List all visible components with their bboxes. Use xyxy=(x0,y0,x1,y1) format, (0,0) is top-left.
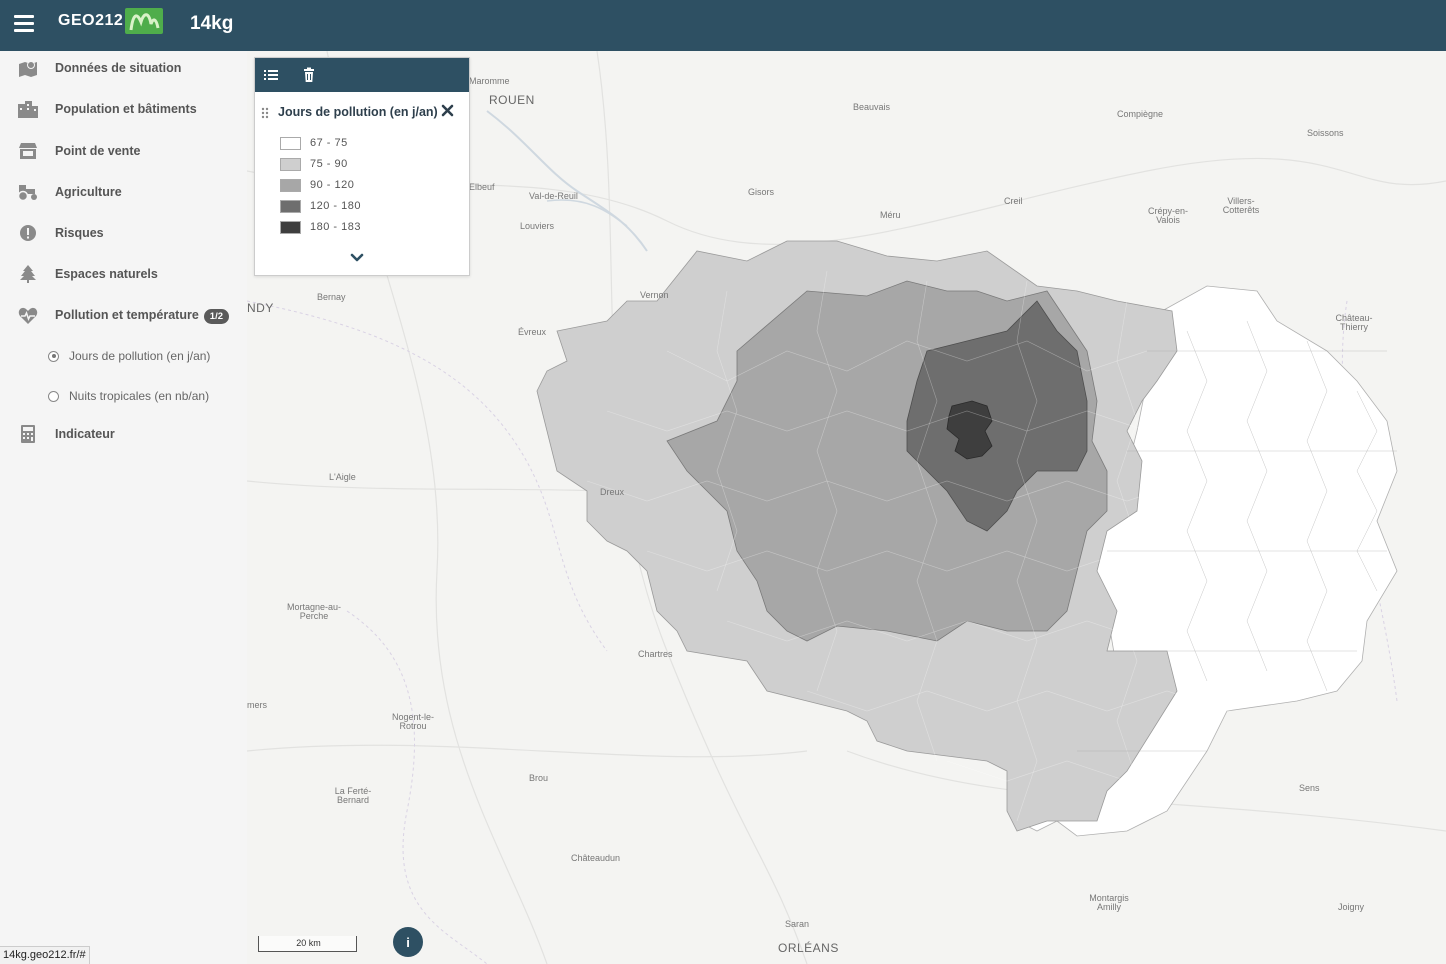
store-icon xyxy=(17,141,39,161)
sidebar-item-indicateur[interactable]: Indicateur xyxy=(0,419,247,449)
place-label: La Ferté-Bernard xyxy=(334,786,372,805)
scale-label: 20 km xyxy=(296,938,321,948)
legend-entry: 90 - 120 xyxy=(280,178,354,192)
radio-unselected-icon[interactable] xyxy=(48,390,59,402)
legend-toolbar xyxy=(255,58,469,92)
geo212-logo[interactable]: GEO212 xyxy=(58,8,164,34)
place-label: Vernon xyxy=(640,290,669,300)
logo-m-icon xyxy=(125,8,164,34)
place-label: Creil xyxy=(1004,196,1023,206)
legend-swatch xyxy=(280,199,301,213)
sidebar-item-pollution-temperature[interactable]: Pollution et température 1/2 xyxy=(0,301,247,331)
sidebar-item-donnees-situation[interactable]: Données de situation xyxy=(0,53,247,83)
legend-title: Jours de pollution (en j/an) xyxy=(278,105,438,119)
sidebar-item-label: Point de vente xyxy=(55,144,141,158)
legend-label: 75 - 90 xyxy=(310,158,348,170)
layer-option-nuits-tropicales[interactable]: Nuits tropicales (en nb/an) xyxy=(0,383,247,409)
buildings-icon xyxy=(17,99,39,119)
place-label: Château-Thierry xyxy=(1335,313,1373,332)
place-label: Montargis Amilly xyxy=(1089,893,1129,912)
place-label: Évreux xyxy=(518,327,547,337)
drag-handle-icon[interactable] xyxy=(261,106,269,119)
sidebar-item-population[interactable]: Population et bâtiments xyxy=(0,94,247,124)
tractor-icon xyxy=(17,182,39,202)
sidebar: Données de situation Population et bâtim… xyxy=(0,51,247,964)
place-label: Elbeuf xyxy=(469,182,495,192)
legend-header: Jours de pollution (en j/an) xyxy=(255,102,469,122)
legend-label: 180 - 183 xyxy=(310,221,361,233)
place-label: Gisors xyxy=(748,187,775,197)
sidebar-item-label: Espaces naturels xyxy=(55,267,158,281)
sidebar-item-label: Pollution et température 1/2 xyxy=(55,308,229,324)
legend-entry: 67 - 75 xyxy=(280,136,348,150)
chevron-down-icon[interactable] xyxy=(350,250,364,262)
scale-bar: 20 km xyxy=(258,936,357,952)
sidebar-item-label: Population et bâtiments xyxy=(55,102,197,116)
layer-option-label: Nuits tropicales (en nb/an) xyxy=(69,389,210,403)
place-label: Joigny xyxy=(1338,902,1365,912)
place-label: Sens xyxy=(1299,783,1320,793)
close-icon[interactable] xyxy=(441,104,454,117)
legend-label: 90 - 120 xyxy=(310,179,355,191)
place-label: Dreux xyxy=(600,487,625,497)
place-label: NDY xyxy=(247,301,274,315)
place-label: mers xyxy=(247,700,267,710)
legend-swatch xyxy=(280,220,301,234)
place-label: ROUEN xyxy=(489,93,535,107)
legend-entry: 75 - 90 xyxy=(280,157,348,171)
layer-option-label: Jours de pollution (en j/an) xyxy=(69,349,211,363)
legend-entry: 180 - 183 xyxy=(280,220,361,234)
sidebar-item-point-de-vente[interactable]: Point de vente xyxy=(0,136,247,166)
sidebar-item-espaces-naturels[interactable]: Espaces naturels xyxy=(0,259,247,289)
place-label: Louviers xyxy=(520,221,555,231)
sidebar-item-label: Risques xyxy=(55,226,104,240)
place-label: Saran xyxy=(785,919,810,929)
place-label: Soissons xyxy=(1307,128,1344,138)
place-label: Bernay xyxy=(317,292,346,302)
status-bar-url: 14kg.geo212.fr/# xyxy=(0,946,90,964)
radio-selected-icon[interactable] xyxy=(48,350,59,362)
place-label: Mortagne-au-Perche xyxy=(286,602,342,621)
place-label: Maromme xyxy=(469,76,510,86)
hamburger-menu-icon[interactable] xyxy=(14,15,34,35)
exclamation-icon xyxy=(17,223,39,243)
place-label: Val-de-Reuil xyxy=(529,191,578,201)
place-label: Villers-Cotterêts xyxy=(1222,196,1260,215)
legend-swatch xyxy=(280,136,301,150)
legend-swatch xyxy=(280,178,301,192)
list-icon[interactable] xyxy=(263,67,279,83)
place-label: Beauvais xyxy=(853,102,891,112)
place-label: L'Aigle xyxy=(329,472,356,482)
calculator-icon xyxy=(17,424,39,444)
logo-text: GEO212 xyxy=(58,12,124,29)
place-label: Brou xyxy=(529,773,549,783)
legend-entry: 120 - 180 xyxy=(280,199,361,213)
legend-panel: Jours de pollution (en j/an) 67 - 75 75 … xyxy=(254,57,470,276)
legend-label: 67 - 75 xyxy=(310,137,348,149)
legend-swatch xyxy=(280,157,301,171)
heartbeat-icon xyxy=(17,306,39,326)
map-marker-icon xyxy=(17,58,39,78)
place-label: Nogent-le-Rotrou xyxy=(391,712,435,731)
place-label: Châteaudun xyxy=(571,853,621,863)
layer-option-jours-pollution[interactable]: Jours de pollution (en j/an) xyxy=(0,343,247,369)
place-label: Méru xyxy=(880,210,901,220)
tree-icon xyxy=(17,264,39,284)
top-bar: GEO212 14kg xyxy=(0,0,1446,51)
sidebar-item-label: Agriculture xyxy=(55,185,122,199)
info-button[interactable]: i xyxy=(393,927,423,957)
legend-label: 120 - 180 xyxy=(310,200,361,212)
count-badge: 1/2 xyxy=(203,308,229,324)
trash-icon[interactable] xyxy=(301,67,317,83)
sidebar-item-risques[interactable]: Risques xyxy=(0,218,247,248)
sidebar-item-label: Données de situation xyxy=(55,61,182,75)
place-label: Chartres xyxy=(638,649,673,659)
sidebar-item-agriculture[interactable]: Agriculture xyxy=(0,177,247,207)
place-label: ORLÉANS xyxy=(778,941,839,955)
app-title: 14kg xyxy=(190,13,234,34)
sidebar-item-label: Indicateur xyxy=(55,427,115,441)
place-label: Crépy-en-Valois xyxy=(1147,206,1188,225)
place-label: Compiègne xyxy=(1117,109,1164,119)
